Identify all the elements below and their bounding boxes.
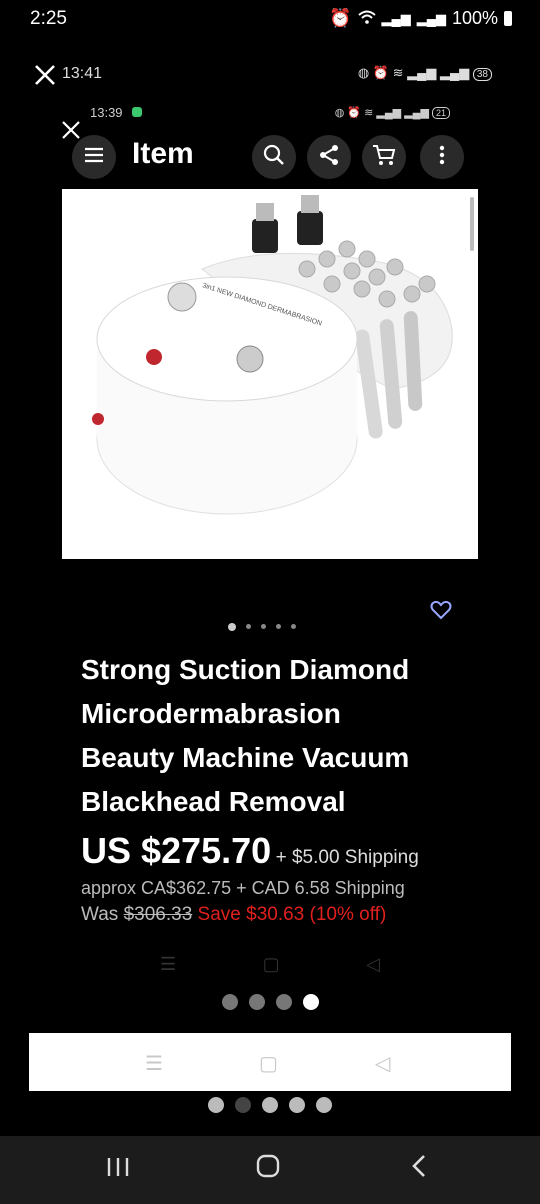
wifi-icon-2: ≋ [392,65,404,80]
screenshot-pager-dot[interactable] [249,994,265,1010]
home-button[interactable] [256,1154,280,1185]
outer-pager-dot[interactable] [208,1097,224,1113]
search-button[interactable] [252,135,296,179]
back-icon-2: ◁ [375,1053,391,1075]
product-illustration: 3in1 NEW DIAMOND DERMABRASION [92,195,453,515]
share-button[interactable] [307,135,351,179]
product-title-line: Beauty Machine Vacuum [81,742,410,773]
signal-icon-3: ▂▄▆ [407,65,437,80]
image-pager-dot[interactable] [228,623,236,631]
shipping-cost: + $5.00 Shipping [275,847,419,868]
cart-icon [372,144,396,171]
status-icons-3: ◍ ⏰ ≋ ▂▄▆ ▂▄▆ 21 [335,106,450,119]
screenshot-pager-dot[interactable] [276,994,292,1010]
battery-icon [504,11,512,26]
wifi-icon-3: ≋ [364,107,374,119]
more-options-button[interactable] [420,135,464,179]
screenshot-pager[interactable] [222,994,319,1010]
status-time-3: 13:39 [90,105,143,120]
image-pager-dot[interactable] [291,624,296,629]
product-title-line: Strong Suction Diamond [81,654,410,685]
image-pager-dot[interactable] [246,624,251,629]
savings-text: Save $30.63 (10% off) [197,904,387,925]
signal-icon-6: ▂▄▆ [404,107,429,119]
back-button[interactable] [410,1154,428,1185]
system-nav-bar [0,1136,540,1204]
product-title-line: Microdermabrasion [81,698,341,729]
recents-icon-2: ☰ [145,1053,163,1075]
outer-pager-dot[interactable] [289,1097,305,1113]
status-time: 2:25 [30,8,67,29]
price-row: US $275.70 + $5.00 Shipping [81,830,461,872]
back-icon: ◁ [366,954,380,974]
menu-button[interactable] [72,135,116,179]
status-icons-2: ◍ ⏰ ≋ ▂▄▆ ▂▄▆ 38 [358,65,492,81]
signal-icon: ▂▄▆ [381,10,411,26]
status-time-2: 13:41 [62,65,103,82]
outer-pager-dot[interactable] [262,1097,278,1113]
signal-icon-2: ▂▄▆ [416,10,446,26]
alarm-icon-3: ⏰ [347,107,362,119]
product-title: Strong Suction Diamond Microdermabrasion… [81,648,501,824]
was-price-row: Was $306.33 Save $30.63 (10% off) [81,904,386,926]
original-price: $306.33 [123,904,193,925]
status-time-3-text: 13:39 [90,105,123,120]
home-icon: ▢ [262,954,280,974]
app-bar: Item [72,133,472,181]
drop-icon: ◍ [357,65,370,80]
wifi-icon [357,8,376,29]
battery-text: 100% [451,8,498,28]
heart-icon [430,600,452,624]
product-title-line: Blackhead Removal [81,786,346,817]
screenshot-pager-dot[interactable] [303,994,319,1010]
outer-pager[interactable] [208,1097,332,1113]
share-icon [318,144,340,171]
approx-price: approx CA$362.75 + CAD 6.58 Shipping [81,878,405,898]
outer-status-bar: 2:25 ⏰ ▂▄▆ ▂▄▆ 100% [0,0,540,38]
alarm-icon: ⏰ [329,8,352,28]
image-pager-dot[interactable] [276,624,281,629]
inner-nav-bar: ☰ ▢ ◁ [160,954,380,975]
recents-icon: ☰ [160,954,177,974]
screenshot-pager-dot[interactable] [222,994,238,1010]
drop-icon-2: ◍ [334,107,345,119]
app-notification-icon [132,107,143,117]
signal-icon-4: ▂▄▆ [440,65,470,80]
product-price: US $275.70 [81,830,272,871]
image-scrollbar[interactable] [470,197,474,251]
signal-icon-5: ▂▄▆ [376,107,402,119]
more-vertical-icon [439,145,445,170]
image-pager-dot[interactable] [261,624,266,629]
outer-pager-dot[interactable] [316,1097,332,1113]
was-label: Was [81,904,119,925]
watchlist-button[interactable] [430,600,452,625]
battery-badge-2: 21 [431,107,450,119]
search-icon [263,144,285,171]
outer-pager-dot[interactable] [235,1097,251,1113]
mid-nav-bar: ☰ ▢ ◁ [29,1033,511,1091]
image-pager[interactable] [228,623,296,631]
cart-button[interactable] [362,135,406,179]
product-image[interactable]: 3in1 NEW DIAMOND DERMABRASION [62,189,478,559]
mid-status-bar: 13:41 ◍ ⏰ ≋ ▂▄▆ ▂▄▆ 38 [0,60,540,90]
alarm-icon-2: ⏰ [372,65,390,80]
home-icon-2: ▢ [259,1053,278,1075]
status-icons: ⏰ ▂▄▆ ▂▄▆ 100% [329,8,512,29]
page-title: Item [132,137,194,170]
menu-icon [84,147,104,168]
recent-apps-button[interactable] [106,1154,130,1185]
battery-badge: 38 [472,68,492,81]
